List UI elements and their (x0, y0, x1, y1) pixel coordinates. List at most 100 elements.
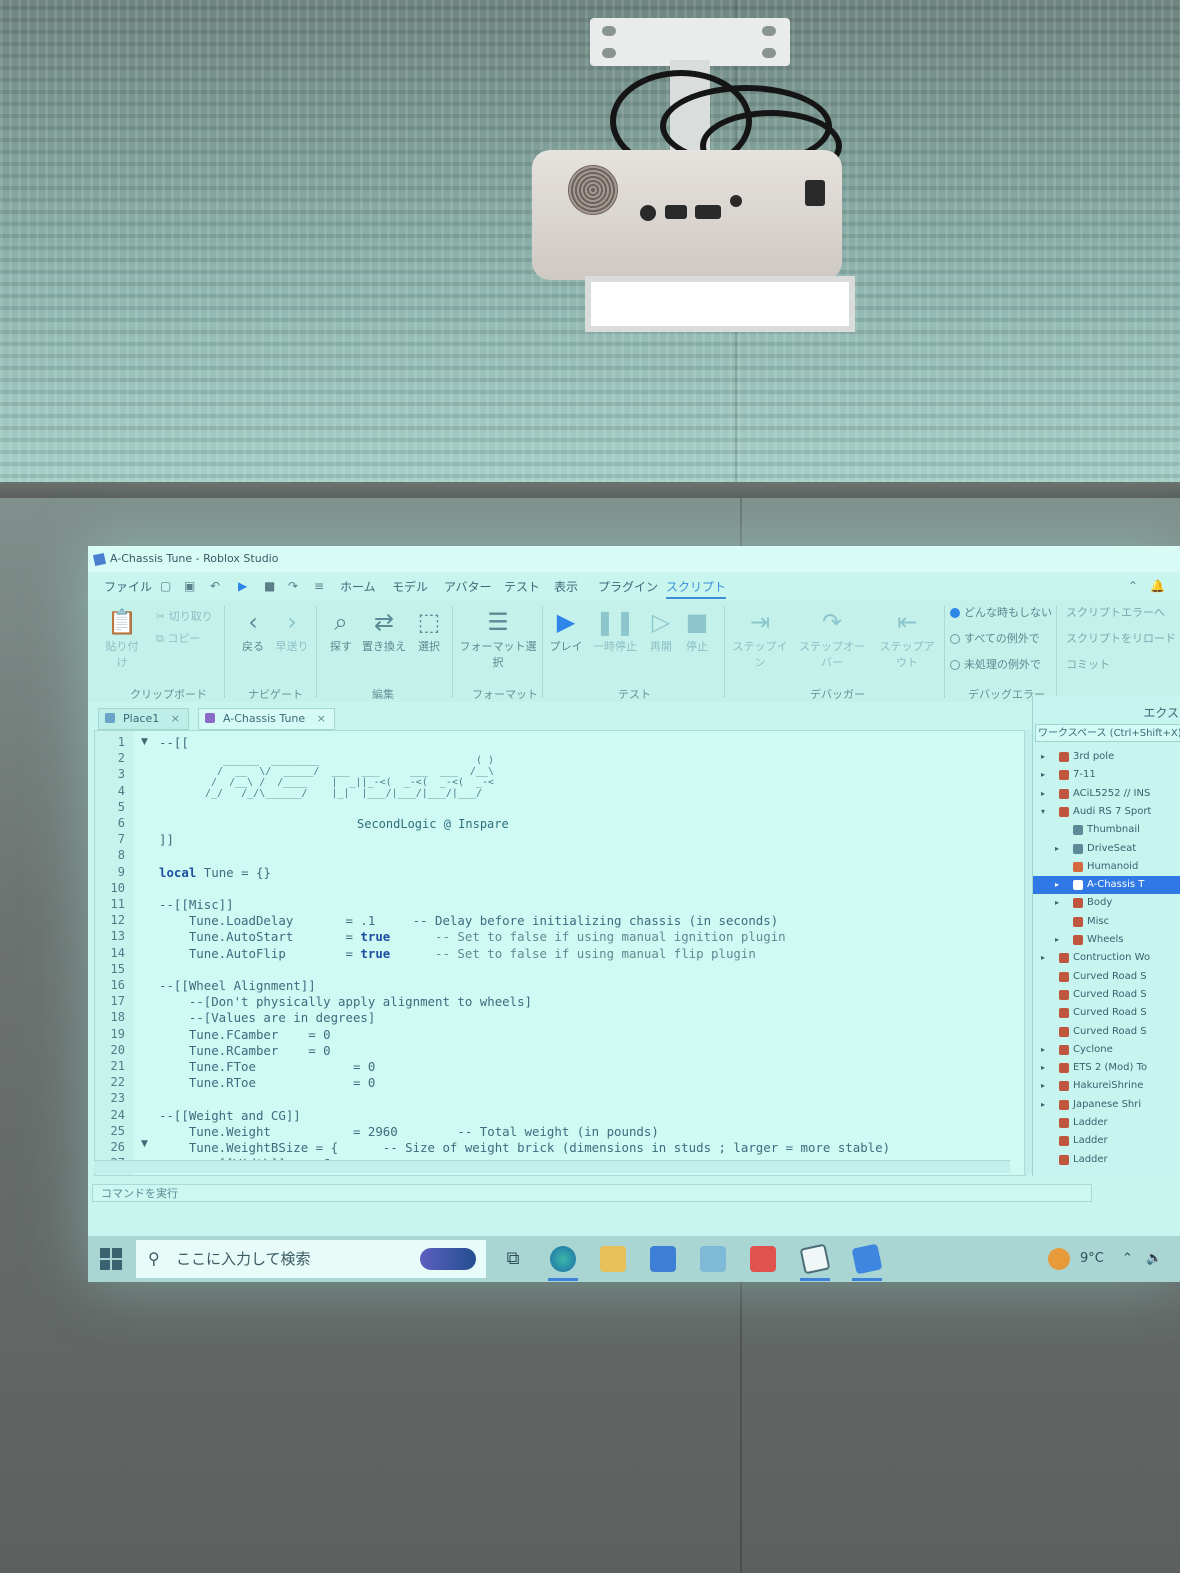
commit-button[interactable]: コミット (1066, 656, 1110, 672)
step-out-button[interactable]: ⇤ ステップアウト (876, 606, 938, 670)
collapse-arrow-icon[interactable]: ▸ (1041, 949, 1045, 967)
explorer-item[interactable]: Ladder (1033, 1151, 1180, 1169)
task-view-icon[interactable]: ⧉ (500, 1246, 526, 1272)
code-line[interactable]: Tune.RToe = 0 (159, 1075, 376, 1090)
radio-unhandled[interactable]: 未処理の例外で (950, 656, 1041, 672)
copy-button[interactable]: ⧉ コピー (156, 630, 200, 646)
code-line[interactable]: Tune.FToe = 0 (159, 1059, 376, 1074)
speaker-icon[interactable]: 🔈 (1146, 1236, 1162, 1282)
step-in-button[interactable]: ⇥ ステップイン (732, 606, 788, 670)
save-icon[interactable]: ▣ (184, 579, 195, 593)
explorer-item[interactable]: ▸ 3rd pole (1033, 748, 1180, 766)
menu-model[interactable]: モデル (392, 578, 428, 595)
play-button[interactable]: ▶ プレイ (548, 606, 584, 654)
weather-temperature[interactable]: 9°C (1080, 1236, 1104, 1282)
collapse-arrow-icon[interactable]: ▸ (1041, 1041, 1045, 1059)
customize-icon[interactable]: ≡ (314, 579, 324, 593)
collapse-arrow-icon[interactable]: ▸ (1055, 840, 1059, 858)
explorer-item[interactable]: ▸ Cyclone (1033, 1041, 1180, 1059)
script-editor[interactable]: ▼ ▼ 1 --[[2 3 4 5 6 7]] 8 9 local Tune = {} 10 11 --… (94, 730, 1026, 1176)
explorer-item[interactable]: Curved Road S (1033, 1004, 1180, 1022)
command-bar-input[interactable]: コマンドを実行 (92, 1184, 1092, 1202)
editor-horizontal-scrollbar[interactable] (94, 1160, 1010, 1173)
find-button[interactable]: ⌕ 探す (326, 606, 356, 654)
new-file-icon[interactable]: ▢ (160, 579, 171, 593)
fold-arrow-icon[interactable]: ▼ (141, 1139, 148, 1149)
explorer-filter-input[interactable]: ワークスペース (Ctrl+Shift+X) (1035, 724, 1180, 742)
fold-arrow-icon[interactable]: ▼ (141, 737, 148, 747)
collapse-arrow-icon[interactable]: ▸ (1041, 1096, 1045, 1114)
code-line[interactable]: --[[Misc]] (159, 897, 234, 912)
code-line[interactable]: --[Don't physically apply alignment to w… (159, 994, 532, 1009)
stop-button[interactable]: ■ 停止 (682, 606, 712, 654)
paste-button[interactable]: 📋 貼り付け (102, 606, 142, 670)
undo-icon[interactable]: ↶ (210, 579, 220, 593)
resume-button[interactable]: ▷ 再開 (646, 606, 676, 654)
code-line[interactable]: Tune.AutoFlip = true -- Set to false if … (159, 946, 756, 961)
explorer-item[interactable]: Misc (1033, 913, 1180, 931)
collapse-arrow-icon[interactable]: ▸ (1041, 766, 1045, 784)
notification-icon[interactable]: 🔔 (1150, 579, 1165, 593)
youtube-icon[interactable] (750, 1246, 776, 1272)
explorer-item[interactable]: Curved Road S (1033, 968, 1180, 986)
close-icon[interactable]: × (317, 712, 326, 725)
code-line[interactable]: Tune.WeightBSize = { -- Size of weight b… (159, 1140, 890, 1155)
radio-all-exceptions[interactable]: すべての例外で (950, 630, 1040, 646)
explorer-item[interactable]: ▸ Body (1033, 894, 1180, 912)
close-icon[interactable]: × (171, 712, 180, 725)
taskbar-search-input[interactable]: ⚲ ここに入力して検索 (136, 1240, 486, 1278)
collapse-arrow-icon[interactable]: ▸ (1055, 931, 1059, 949)
pause-button[interactable]: ❚❚ 一時停止 (590, 606, 640, 654)
menu-home[interactable]: ホーム (340, 578, 376, 595)
explorer-item[interactable]: ▸ Wheels (1033, 931, 1180, 949)
redo-icon[interactable]: ↷ (288, 579, 298, 593)
select-button[interactable]: ⬚ 選択 (412, 606, 446, 654)
code-line[interactable]: ]] (159, 832, 174, 847)
collapse-arrow-icon[interactable]: ▸ (1041, 748, 1045, 766)
code-line[interactable]: --[[Wheel Alignment]] (159, 978, 316, 993)
menu-plugins[interactable]: プラグイン (598, 578, 658, 595)
code-line[interactable]: Tune.LoadDelay = .1 -- Delay before init… (159, 913, 778, 928)
go-to-script-error-button[interactable]: スクリプトエラーへ (1066, 604, 1165, 620)
collapse-arrow-icon[interactable]: ▸ (1041, 785, 1045, 803)
radio-never[interactable]: どんな時もしない (950, 604, 1052, 620)
windows-start-icon[interactable] (100, 1248, 122, 1270)
code-line[interactable]: Tune.Weight = 2960 -- Total weight (in p… (159, 1124, 659, 1139)
menu-test[interactable]: テスト (504, 578, 540, 595)
collapse-arrow-icon[interactable]: ▸ (1055, 876, 1059, 894)
menu-view[interactable]: 表示 (554, 578, 578, 595)
back-button[interactable]: ‹ 戻る (238, 606, 268, 654)
explorer-item[interactable]: Curved Road S (1033, 1023, 1180, 1041)
explorer-item[interactable]: ▸ Contruction Wo (1033, 949, 1180, 967)
chevron-up-icon[interactable]: ⌃ (1122, 1236, 1133, 1282)
code-line[interactable]: Tune.FCamber = 0 (159, 1027, 331, 1042)
tab-place1[interactable]: Place1 × (98, 708, 189, 730)
explorer-item[interactable]: ▸ HakureiShrine (1033, 1077, 1180, 1095)
collapse-arrow-icon[interactable]: ▸ (1041, 1059, 1045, 1077)
collapse-arrow-icon[interactable]: ▸ (1041, 1077, 1045, 1095)
replace-button[interactable]: ⇄ 置き換え (362, 606, 406, 654)
tab-a-chassis-tune[interactable]: A-Chassis Tune × (198, 708, 335, 730)
explorer-item[interactable]: Ladder (1033, 1114, 1180, 1132)
explorer-item[interactable]: ▸ 7-11 (1033, 766, 1180, 784)
roblox-studio-icon[interactable] (851, 1243, 883, 1275)
explorer-item[interactable]: ▸ A-Chassis T (1033, 876, 1180, 895)
code-line[interactable]: --[Values are in degrees] (159, 1010, 376, 1025)
menu-file[interactable]: ファイル (104, 578, 152, 595)
code-line[interactable]: local Tune = {} (159, 865, 271, 880)
menu-script[interactable]: スクリプト (666, 578, 727, 599)
explorer-item[interactable]: ▸ Japanese Shri (1033, 1096, 1180, 1114)
explorer-item[interactable]: Curved Road S (1033, 986, 1180, 1004)
expand-arrow-icon[interactable]: ▾ (1041, 803, 1045, 821)
weather-icon[interactable] (1048, 1248, 1070, 1270)
store-icon[interactable] (700, 1246, 726, 1272)
explorer-item[interactable]: ▸ ETS 2 (Mod) To (1033, 1059, 1180, 1077)
play-icon[interactable]: ▶ (238, 579, 247, 593)
stop-icon[interactable]: ■ (264, 579, 275, 593)
edge-icon[interactable] (550, 1246, 576, 1272)
cut-button[interactable]: ✂ 切り取り (156, 608, 213, 624)
reload-script-button[interactable]: スクリプトをリロード (1066, 630, 1176, 646)
collapse-arrow-icon[interactable]: ▸ (1055, 894, 1059, 912)
roblox-icon[interactable] (799, 1243, 831, 1275)
step-over-button[interactable]: ↷ ステップオーバー (794, 606, 870, 670)
